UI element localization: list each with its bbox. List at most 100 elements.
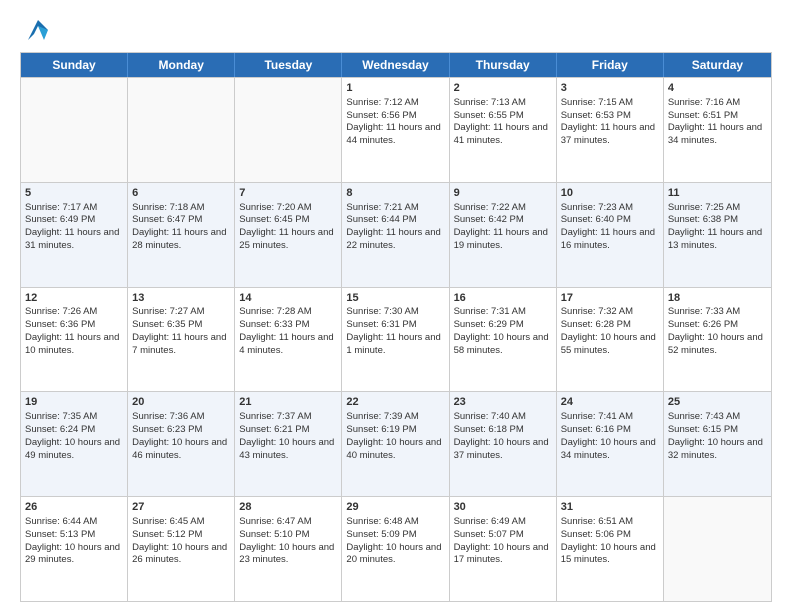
day-number: 14 — [239, 291, 337, 306]
day-number: 1 — [346, 81, 444, 96]
day-number: 8 — [346, 186, 444, 201]
cal-cell-1-0: 5Sunrise: 7:17 AM Sunset: 6:49 PM Daylig… — [21, 183, 128, 287]
day-number: 15 — [346, 291, 444, 306]
calendar-header: Sunday Monday Tuesday Wednesday Thursday… — [21, 53, 771, 77]
day-info: Sunrise: 7:15 AM Sunset: 6:53 PM Dayligh… — [561, 97, 655, 146]
logo-icon — [24, 16, 52, 44]
day-number: 16 — [454, 291, 552, 306]
calendar-row-4: 26Sunrise: 6:44 AM Sunset: 5:13 PM Dayli… — [21, 496, 771, 601]
day-info: Sunrise: 6:51 AM Sunset: 5:06 PM Dayligh… — [561, 516, 656, 565]
day-info: Sunrise: 7:35 AM Sunset: 6:24 PM Dayligh… — [25, 411, 120, 460]
day-info: Sunrise: 6:49 AM Sunset: 5:07 PM Dayligh… — [454, 516, 549, 565]
page: Sunday Monday Tuesday Wednesday Thursday… — [0, 0, 792, 612]
day-info: Sunrise: 7:31 AM Sunset: 6:29 PM Dayligh… — [454, 306, 549, 355]
cal-cell-0-1 — [128, 78, 235, 182]
day-info: Sunrise: 7:20 AM Sunset: 6:45 PM Dayligh… — [239, 202, 333, 251]
cal-cell-1-4: 9Sunrise: 7:22 AM Sunset: 6:42 PM Daylig… — [450, 183, 557, 287]
day-number: 26 — [25, 500, 123, 515]
day-number: 7 — [239, 186, 337, 201]
cal-cell-3-2: 21Sunrise: 7:37 AM Sunset: 6:21 PM Dayli… — [235, 392, 342, 496]
cal-cell-0-6: 4Sunrise: 7:16 AM Sunset: 6:51 PM Daylig… — [664, 78, 771, 182]
cal-cell-3-5: 24Sunrise: 7:41 AM Sunset: 6:16 PM Dayli… — [557, 392, 664, 496]
cal-cell-3-0: 19Sunrise: 7:35 AM Sunset: 6:24 PM Dayli… — [21, 392, 128, 496]
cal-cell-4-6 — [664, 497, 771, 601]
day-number: 23 — [454, 395, 552, 410]
day-number: 18 — [668, 291, 767, 306]
cal-cell-1-6: 11Sunrise: 7:25 AM Sunset: 6:38 PM Dayli… — [664, 183, 771, 287]
cal-cell-2-6: 18Sunrise: 7:33 AM Sunset: 6:26 PM Dayli… — [664, 288, 771, 392]
day-number: 21 — [239, 395, 337, 410]
day-info: Sunrise: 7:43 AM Sunset: 6:15 PM Dayligh… — [668, 411, 763, 460]
cal-cell-4-1: 27Sunrise: 6:45 AM Sunset: 5:12 PM Dayli… — [128, 497, 235, 601]
day-info: Sunrise: 6:44 AM Sunset: 5:13 PM Dayligh… — [25, 516, 120, 565]
day-info: Sunrise: 7:27 AM Sunset: 6:35 PM Dayligh… — [132, 306, 226, 355]
header — [20, 16, 772, 44]
cal-cell-0-2 — [235, 78, 342, 182]
day-info: Sunrise: 7:26 AM Sunset: 6:36 PM Dayligh… — [25, 306, 119, 355]
cal-cell-2-5: 17Sunrise: 7:32 AM Sunset: 6:28 PM Dayli… — [557, 288, 664, 392]
day-info: Sunrise: 7:36 AM Sunset: 6:23 PM Dayligh… — [132, 411, 227, 460]
header-monday: Monday — [128, 53, 235, 77]
day-number: 24 — [561, 395, 659, 410]
cal-cell-0-0 — [21, 78, 128, 182]
cal-cell-2-3: 15Sunrise: 7:30 AM Sunset: 6:31 PM Dayli… — [342, 288, 449, 392]
cal-cell-2-0: 12Sunrise: 7:26 AM Sunset: 6:36 PM Dayli… — [21, 288, 128, 392]
day-number: 31 — [561, 500, 659, 515]
cal-cell-3-6: 25Sunrise: 7:43 AM Sunset: 6:15 PM Dayli… — [664, 392, 771, 496]
day-number: 10 — [561, 186, 659, 201]
day-info: Sunrise: 6:45 AM Sunset: 5:12 PM Dayligh… — [132, 516, 227, 565]
cal-cell-4-3: 29Sunrise: 6:48 AM Sunset: 5:09 PM Dayli… — [342, 497, 449, 601]
cal-cell-0-3: 1Sunrise: 7:12 AM Sunset: 6:56 PM Daylig… — [342, 78, 449, 182]
day-number: 20 — [132, 395, 230, 410]
cal-cell-1-3: 8Sunrise: 7:21 AM Sunset: 6:44 PM Daylig… — [342, 183, 449, 287]
cal-cell-0-4: 2Sunrise: 7:13 AM Sunset: 6:55 PM Daylig… — [450, 78, 557, 182]
day-number: 5 — [25, 186, 123, 201]
day-info: Sunrise: 7:41 AM Sunset: 6:16 PM Dayligh… — [561, 411, 656, 460]
day-info: Sunrise: 7:28 AM Sunset: 6:33 PM Dayligh… — [239, 306, 333, 355]
day-number: 25 — [668, 395, 767, 410]
cal-cell-2-4: 16Sunrise: 7:31 AM Sunset: 6:29 PM Dayli… — [450, 288, 557, 392]
day-number: 9 — [454, 186, 552, 201]
calendar-body: 1Sunrise: 7:12 AM Sunset: 6:56 PM Daylig… — [21, 77, 771, 601]
day-number: 6 — [132, 186, 230, 201]
header-wednesday: Wednesday — [342, 53, 449, 77]
day-info: Sunrise: 7:21 AM Sunset: 6:44 PM Dayligh… — [346, 202, 440, 251]
day-number: 4 — [668, 81, 767, 96]
day-info: Sunrise: 7:16 AM Sunset: 6:51 PM Dayligh… — [668, 97, 762, 146]
day-info: Sunrise: 7:13 AM Sunset: 6:55 PM Dayligh… — [454, 97, 548, 146]
day-info: Sunrise: 7:23 AM Sunset: 6:40 PM Dayligh… — [561, 202, 655, 251]
calendar-row-3: 19Sunrise: 7:35 AM Sunset: 6:24 PM Dayli… — [21, 391, 771, 496]
day-info: Sunrise: 7:30 AM Sunset: 6:31 PM Dayligh… — [346, 306, 440, 355]
cal-cell-2-2: 14Sunrise: 7:28 AM Sunset: 6:33 PM Dayli… — [235, 288, 342, 392]
day-number: 17 — [561, 291, 659, 306]
day-number: 29 — [346, 500, 444, 515]
day-info: Sunrise: 7:12 AM Sunset: 6:56 PM Dayligh… — [346, 97, 440, 146]
day-info: Sunrise: 7:22 AM Sunset: 6:42 PM Dayligh… — [454, 202, 548, 251]
cal-cell-0-5: 3Sunrise: 7:15 AM Sunset: 6:53 PM Daylig… — [557, 78, 664, 182]
cal-cell-4-4: 30Sunrise: 6:49 AM Sunset: 5:07 PM Dayli… — [450, 497, 557, 601]
cal-cell-1-5: 10Sunrise: 7:23 AM Sunset: 6:40 PM Dayli… — [557, 183, 664, 287]
cal-cell-4-5: 31Sunrise: 6:51 AM Sunset: 5:06 PM Dayli… — [557, 497, 664, 601]
day-number: 12 — [25, 291, 123, 306]
header-saturday: Saturday — [664, 53, 771, 77]
day-info: Sunrise: 7:18 AM Sunset: 6:47 PM Dayligh… — [132, 202, 226, 251]
day-info: Sunrise: 7:37 AM Sunset: 6:21 PM Dayligh… — [239, 411, 334, 460]
day-info: Sunrise: 7:39 AM Sunset: 6:19 PM Dayligh… — [346, 411, 441, 460]
day-number: 13 — [132, 291, 230, 306]
cal-cell-4-0: 26Sunrise: 6:44 AM Sunset: 5:13 PM Dayli… — [21, 497, 128, 601]
day-number: 22 — [346, 395, 444, 410]
calendar-row-2: 12Sunrise: 7:26 AM Sunset: 6:36 PM Dayli… — [21, 287, 771, 392]
cal-cell-2-1: 13Sunrise: 7:27 AM Sunset: 6:35 PM Dayli… — [128, 288, 235, 392]
day-number: 30 — [454, 500, 552, 515]
calendar: Sunday Monday Tuesday Wednesday Thursday… — [20, 52, 772, 602]
day-number: 11 — [668, 186, 767, 201]
day-number: 2 — [454, 81, 552, 96]
day-info: Sunrise: 6:47 AM Sunset: 5:10 PM Dayligh… — [239, 516, 334, 565]
header-friday: Friday — [557, 53, 664, 77]
day-number: 28 — [239, 500, 337, 515]
cal-cell-3-1: 20Sunrise: 7:36 AM Sunset: 6:23 PM Dayli… — [128, 392, 235, 496]
calendar-row-1: 5Sunrise: 7:17 AM Sunset: 6:49 PM Daylig… — [21, 182, 771, 287]
cal-cell-1-2: 7Sunrise: 7:20 AM Sunset: 6:45 PM Daylig… — [235, 183, 342, 287]
header-thursday: Thursday — [450, 53, 557, 77]
day-info: Sunrise: 7:40 AM Sunset: 6:18 PM Dayligh… — [454, 411, 549, 460]
